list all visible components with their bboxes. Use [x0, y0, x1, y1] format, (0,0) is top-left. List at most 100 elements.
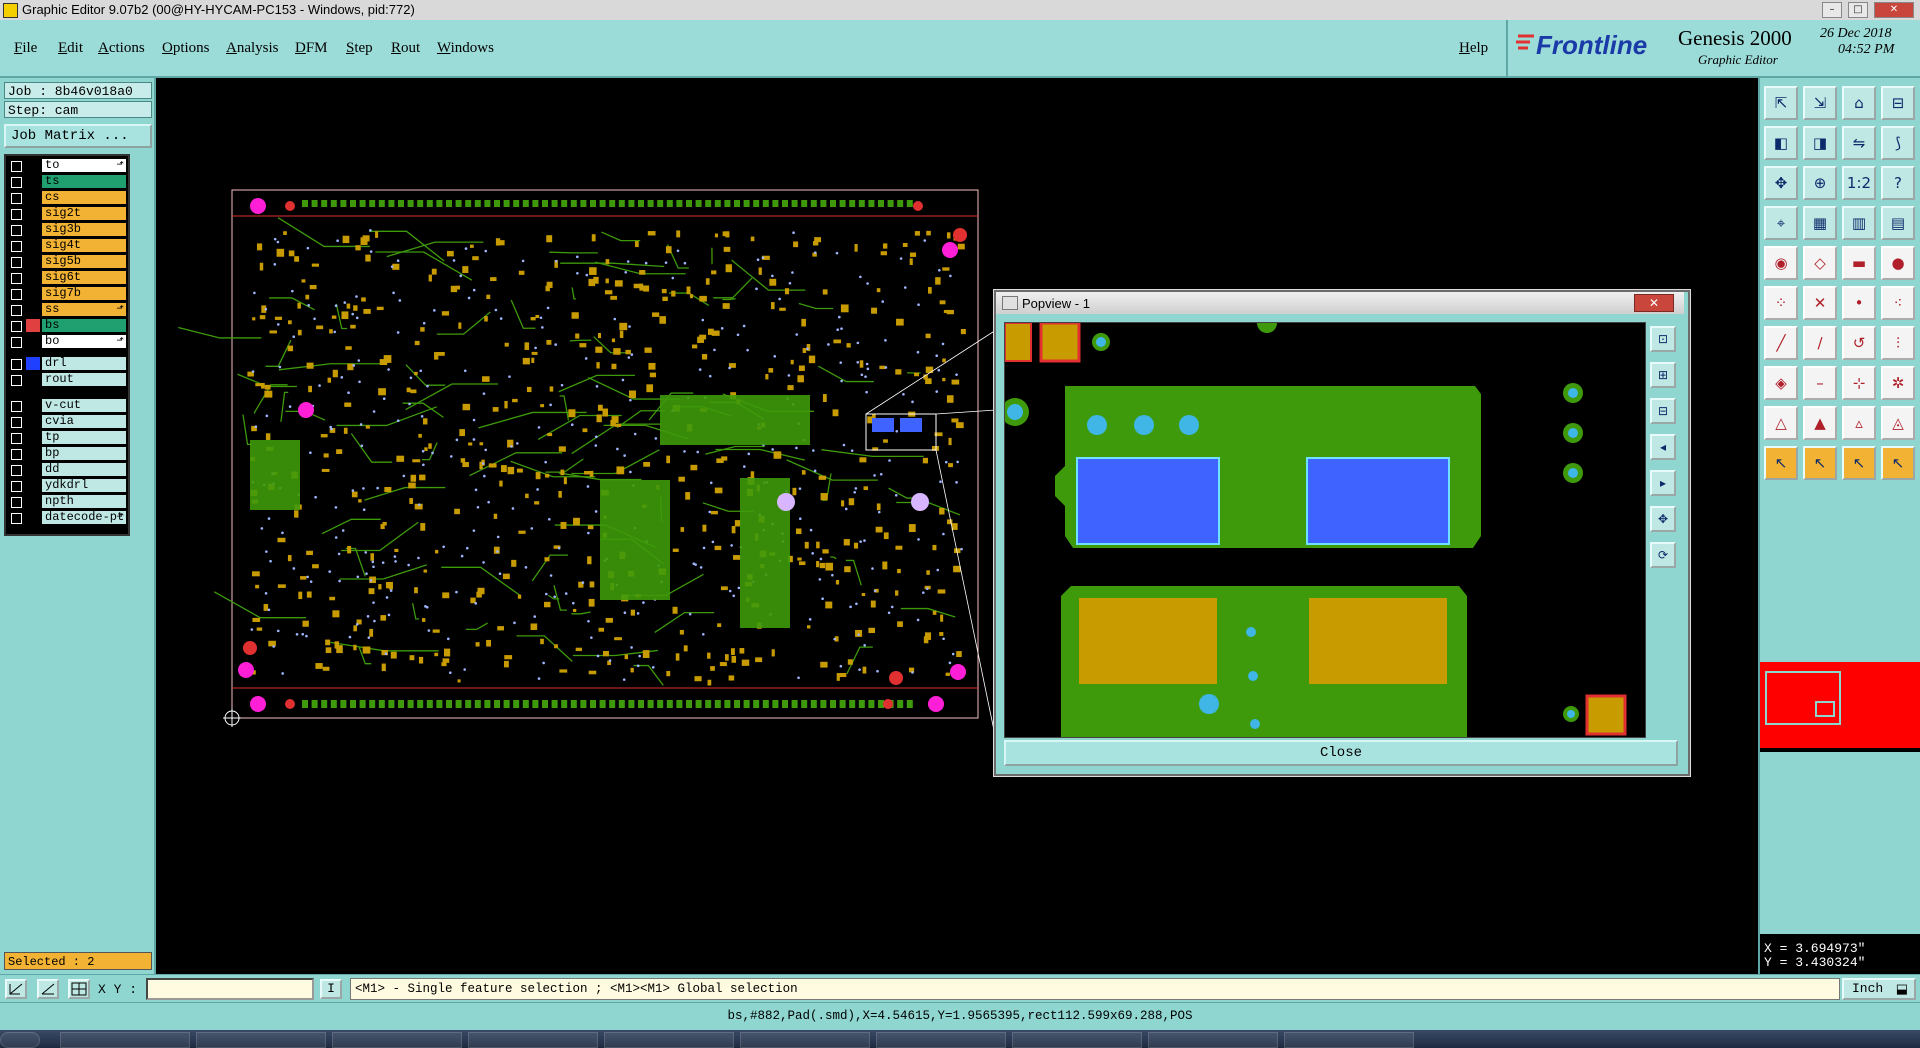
popview-title-bar[interactable]: Popview - 1 ✕ — [996, 292, 1684, 314]
info-button[interactable]: I — [320, 979, 342, 999]
job-matrix-button[interactable]: Job Matrix ... — [4, 124, 152, 148]
menu-file[interactable]: File — [14, 40, 37, 57]
layer-color-swatch[interactable] — [26, 479, 40, 492]
layer-color-swatch[interactable] — [26, 373, 40, 386]
layer-color-swatch[interactable] — [26, 207, 40, 220]
layer-name[interactable]: sig3b — [42, 223, 126, 236]
layer-name[interactable]: ydkdrl — [42, 479, 126, 492]
menu-windows[interactable]: Windows — [437, 40, 494, 57]
minimize-button[interactable]: – — [1822, 2, 1842, 18]
layer-row-drl[interactable]: drl — [6, 356, 128, 371]
line-tool-button[interactable]: ╱ — [1764, 326, 1798, 360]
layer-checkbox[interactable] — [11, 417, 22, 428]
layer-color-swatch[interactable] — [26, 357, 40, 370]
layer-checkbox[interactable] — [11, 337, 22, 348]
menu-options[interactable]: Options — [162, 40, 210, 57]
popview-pcb-detail[interactable] — [1005, 323, 1645, 737]
snap-tool-button[interactable]: ⌖ — [1764, 206, 1798, 240]
taskbar-item[interactable] — [468, 1032, 598, 1048]
taskbar-item[interactable] — [604, 1032, 734, 1048]
layer-color-swatch[interactable] — [26, 175, 40, 188]
layer-name[interactable]: tp — [42, 431, 126, 444]
layer-color-swatch[interactable] — [26, 303, 40, 316]
layer-row-rout[interactable]: rout — [6, 372, 128, 387]
layer-name[interactable]: bs — [42, 319, 126, 332]
pad-tool-button[interactable]: ◉ — [1764, 246, 1798, 280]
layer-row-bs[interactable]: bs — [6, 318, 128, 333]
menu-help[interactable]: Help — [1459, 40, 1488, 57]
taskbar-item[interactable] — [1148, 1032, 1278, 1048]
layer-name[interactable]: cvia — [42, 415, 126, 428]
select-4-tool-button[interactable]: ↖ — [1881, 446, 1915, 480]
menu-edit[interactable]: Edit — [58, 40, 83, 57]
layer-row-tp[interactable]: tp — [6, 430, 128, 445]
layer-color-swatch[interactable] — [26, 159, 40, 172]
layer-row-ydkdrl[interactable]: ydkdrl — [6, 478, 128, 493]
home-tool-button[interactable]: ⌂ — [1842, 86, 1876, 120]
layer-name[interactable]: to ⬏ — [42, 159, 126, 172]
circle-tool-button[interactable]: ● — [1881, 246, 1915, 280]
layer-row-sig5b[interactable]: sig5b — [6, 254, 128, 269]
layer-checkbox[interactable] — [11, 513, 22, 524]
layer-row-cs[interactable]: cs — [6, 190, 128, 205]
layer-name[interactable]: sig2t — [42, 207, 126, 220]
minimap-view[interactable] — [1760, 662, 1920, 752]
text-d-tool-button[interactable]: ◬ — [1881, 406, 1915, 440]
poly-tool-button[interactable]: ◇ — [1803, 246, 1837, 280]
start-button[interactable] — [0, 1032, 40, 1048]
snake-tool-button[interactable]: ⟆ — [1881, 126, 1915, 160]
taskbar-item[interactable] — [196, 1032, 326, 1048]
star-tool-button[interactable]: ✲ — [1881, 366, 1915, 400]
layer-color-swatch[interactable] — [26, 431, 40, 444]
layer-checkbox[interactable] — [11, 241, 22, 252]
layer-checkbox[interactable] — [11, 401, 22, 412]
layer-name[interactable]: sig5b — [42, 255, 126, 268]
taskbar-item[interactable] — [1284, 1032, 1414, 1048]
layer-row-dd[interactable]: dd — [6, 462, 128, 477]
taskbar-item[interactable] — [876, 1032, 1006, 1048]
layer-name[interactable]: npth — [42, 495, 126, 508]
layer-name[interactable]: dd — [42, 463, 126, 476]
layer-checkbox[interactable] — [11, 193, 22, 204]
node-tool-button[interactable]: ⁘ — [1764, 286, 1798, 320]
fit-tool-button[interactable]: ✥ — [1764, 166, 1798, 200]
measure-tool-button[interactable]: ▬ — [1842, 246, 1876, 280]
zoom-home-button[interactable]: ⊡ — [1650, 326, 1676, 352]
layer-checkbox[interactable] — [11, 161, 22, 172]
mirror-tool-button[interactable]: ⇋ — [1842, 126, 1876, 160]
layer-checkbox[interactable] — [11, 177, 22, 188]
cross-tool-button[interactable]: ✕ — [1803, 286, 1837, 320]
dots-tool-button[interactable]: ⁖ — [1881, 286, 1915, 320]
ratio-tool-button[interactable]: 1:2 — [1842, 166, 1876, 200]
menu-actions[interactable]: Actions — [98, 40, 145, 57]
layer-row-bp[interactable]: bp — [6, 446, 128, 461]
layers-tool-button[interactable]: ▤ — [1881, 206, 1915, 240]
layer-checkbox[interactable] — [11, 449, 22, 460]
layer-name[interactable]: sig4t — [42, 239, 126, 252]
zoom-out-button[interactable]: ⊟ — [1650, 398, 1676, 424]
layer-row-sig2t[interactable]: sig2t — [6, 206, 128, 221]
select-3-tool-button[interactable]: ↖ — [1842, 446, 1876, 480]
layer-checkbox[interactable] — [11, 257, 22, 268]
layer-row-ss[interactable]: ss ⬏ — [6, 302, 128, 317]
grid-tool-button[interactable]: ▦ — [1803, 206, 1837, 240]
layer-color-swatch[interactable] — [26, 255, 40, 268]
layer-name[interactable]: bp — [42, 447, 126, 460]
text-a-tool-button[interactable]: △ — [1764, 406, 1798, 440]
popview-zoom-view[interactable] — [1004, 322, 1646, 738]
layer-name[interactable]: ts — [42, 175, 126, 188]
layer-color-swatch[interactable] — [26, 319, 40, 332]
layer-row-datecode-pt[interactable]: datecode-pt ⬏ — [6, 510, 128, 525]
layer-name[interactable]: rout — [42, 373, 126, 386]
layer-tool-button[interactable]: ▥ — [1842, 206, 1876, 240]
layer-checkbox[interactable] — [11, 359, 22, 370]
layer-name[interactable]: sig6t — [42, 271, 126, 284]
layer-row-sig3b[interactable]: sig3b — [6, 222, 128, 237]
menu-analysis[interactable]: Analysis — [226, 40, 279, 57]
layer-checkbox[interactable] — [11, 289, 22, 300]
layer-name[interactable]: drl — [42, 357, 126, 370]
refresh-button[interactable]: ⟳ — [1650, 542, 1676, 568]
xy-input[interactable] — [146, 978, 314, 1000]
maximize-button[interactable]: □ — [1848, 2, 1868, 18]
minus-tool-button[interactable]: – — [1803, 366, 1837, 400]
